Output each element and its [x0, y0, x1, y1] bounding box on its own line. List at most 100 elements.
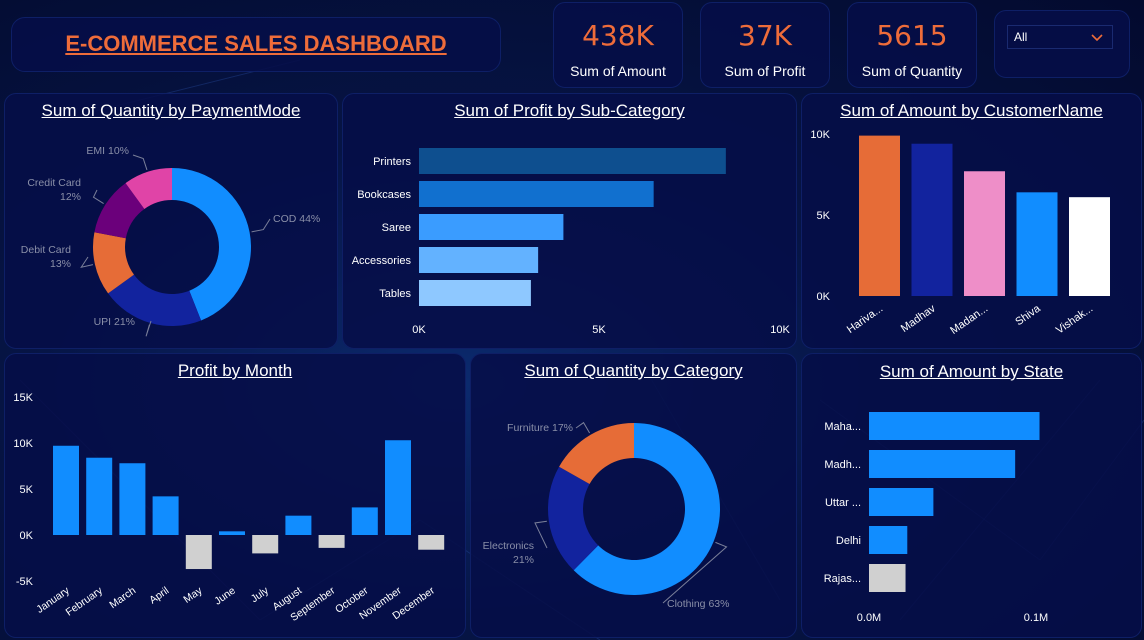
category-label: June — [212, 585, 238, 608]
customer-bar-chart: 0K 5K 10K Hariva... Madhav Madan... Shiva Visha… — [810, 129, 1110, 337]
axis-tick-label: 0.0M — [857, 612, 881, 624]
header-title-card: E-COMMERCE SALES DASHBOARD — [11, 17, 501, 72]
data-label: EMI 10% — [86, 145, 129, 157]
page-title: E-COMMERCE SALES DASHBOARD — [65, 31, 447, 56]
axis-tick-label: 5K — [817, 210, 831, 222]
data-label: Credit Card — [27, 177, 81, 189]
axis-tick-label: 5K — [592, 324, 606, 336]
bar — [419, 247, 539, 273]
axis-tick-label: -5K — [16, 576, 34, 588]
bar — [285, 515, 312, 535]
month-bar-chart: -5K0K5K10K15KJanuaryFebruary March April Ma… — [13, 392, 445, 624]
leader-line — [534, 520, 548, 549]
kpi-value: 438K — [582, 19, 654, 52]
bar — [152, 496, 179, 535]
kpi-label: Sum of Profit — [724, 63, 806, 79]
category-label: Maha... — [824, 421, 861, 433]
state-bar-chart: Maha... Madh... Uttar ... Delhi Rajas... 0.0M… — [824, 412, 1048, 624]
category-label: Accessories — [352, 255, 412, 267]
bar — [119, 463, 146, 535]
bar — [1069, 197, 1110, 296]
axis-tick-label: 10K — [810, 129, 830, 141]
bar — [1016, 192, 1058, 296]
bar — [385, 440, 411, 535]
bar — [351, 507, 378, 535]
leader-line — [251, 218, 271, 233]
panel-payment: Sum of Quantity by PaymentMode COD 44% UP… — [4, 93, 338, 349]
category-label: July — [249, 584, 272, 605]
leader-line — [92, 189, 104, 205]
filter-selected-value: All — [1014, 30, 1028, 44]
category-label: Printers — [373, 156, 411, 168]
axis-tick-label: 10K — [770, 324, 790, 336]
axis-tick-label: 0K — [412, 324, 426, 336]
kpi-value: 5615 — [876, 19, 948, 52]
panel-customer: Sum of Amount by CustomerName 0K 5K 10K Har… — [801, 93, 1142, 349]
category-label: Rajas... — [824, 573, 861, 585]
kpi-card-profit: 37K Sum of Profit — [700, 2, 830, 88]
bar — [219, 531, 245, 535]
panel-month: Profit by Month -5K 0K 5K 10K 15K January Febr… — [4, 353, 466, 638]
subcategory-bar-chart: Printers Bookcases Saree Accessories Tables 0… — [352, 148, 790, 336]
axis-tick-label: 5K — [20, 484, 34, 496]
data-label: 13% — [50, 258, 71, 270]
kpi-label: Sum of Amount — [570, 63, 666, 79]
leader-line — [145, 320, 152, 337]
kpi-card-quantity: 5615 Sum of Quantity — [847, 2, 977, 88]
category-label: Madh... — [824, 459, 861, 471]
axis-tick-label: 10K — [13, 438, 33, 450]
bar — [419, 148, 726, 174]
bar — [318, 535, 345, 548]
bar — [418, 535, 445, 550]
bar — [964, 171, 1005, 296]
category-label: Shiva — [1013, 302, 1043, 328]
category-label: March — [107, 585, 138, 612]
data-label: UPI 21% — [94, 316, 135, 328]
panel-subcategory: Sum of Profit by Sub-Category Printers Bo… — [342, 93, 797, 349]
data-label: Electronics — [483, 540, 534, 552]
leader-line — [132, 154, 148, 171]
bar — [252, 535, 279, 554]
bar — [869, 526, 908, 554]
chevron-down-icon — [1091, 34, 1103, 42]
bar — [185, 535, 212, 570]
category-donut-chart: Clothing 63% Electronics 21% Furniture 17% — [483, 421, 729, 610]
bar — [869, 564, 906, 592]
data-label: Clothing 63% — [667, 598, 729, 610]
category-label: February — [64, 584, 106, 618]
bar — [419, 280, 531, 306]
leader-line — [575, 421, 591, 434]
kpi-label: Sum of Quantity — [861, 63, 963, 79]
category-label: Delhi — [836, 535, 861, 547]
category-label: Hariva... — [845, 303, 885, 336]
leader-line — [80, 256, 94, 269]
axis-tick-label: 0K — [20, 530, 34, 542]
category-label: Vishak... — [1054, 303, 1095, 337]
category-label: April — [147, 585, 171, 607]
category-label: Madhav — [899, 302, 938, 335]
bar — [869, 450, 1016, 478]
filter-card: All — [994, 10, 1130, 78]
bar — [419, 214, 564, 240]
category-label: May — [181, 584, 205, 606]
bar — [419, 181, 654, 207]
bar — [86, 457, 113, 535]
data-label: 21% — [513, 554, 534, 566]
axis-tick-label: 0.1M — [1024, 612, 1048, 624]
payment-donut-chart: COD 44% UPI 21% Debit Card 13% Credit Card 12… — [21, 145, 320, 337]
category-label: Madan... — [948, 303, 990, 337]
data-label: Furniture 17% — [507, 422, 573, 434]
axis-tick-label: 15K — [13, 392, 33, 404]
kpi-card-amount: 438K Sum of Amount — [553, 2, 683, 88]
category-label: Uttar ... — [825, 497, 861, 509]
filter-dropdown[interactable]: All — [1007, 25, 1113, 49]
kpi-value: 37K — [738, 19, 792, 52]
bar — [869, 488, 934, 516]
bar — [911, 143, 953, 296]
panel-state: Sum of Amount by State Maha... Madh... Utt… — [801, 353, 1142, 638]
bar — [869, 412, 1040, 440]
axis-tick-label: 0K — [817, 291, 831, 303]
data-label: 12% — [60, 191, 81, 203]
panel-category: Sum of Quantity by Category Clothing 63%… — [470, 353, 797, 638]
category-label: Saree — [382, 222, 411, 234]
